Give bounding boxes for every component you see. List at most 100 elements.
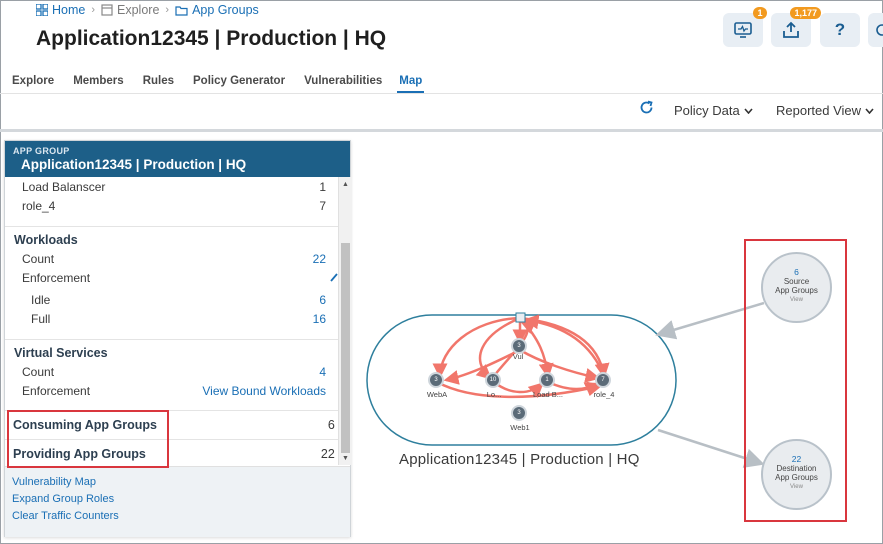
workloads-count-link[interactable]: 22 (313, 252, 338, 266)
vulnerability-map-link[interactable]: Vulnerability Map (12, 476, 343, 488)
section-divider (5, 226, 338, 227)
view-bound-workloads-link[interactable]: View Bound Workloads (202, 384, 338, 398)
idle-label: Idle (31, 293, 51, 307)
panel-links: Vulnerability Map Expand Group Roles Cle… (5, 466, 350, 537)
refresh-button[interactable] (639, 100, 654, 120)
breadcrumb-explore-label: Explore (117, 3, 160, 17)
role-row: Load Balanscer 1 (5, 180, 338, 194)
help-icon: ? (834, 20, 846, 39)
role-count: 1 (319, 180, 326, 194)
page-title: Application12345 | Production | HQ (36, 27, 387, 50)
breadcrumb-explore[interactable]: Explore (101, 3, 159, 17)
role-row: role_4 7 (5, 199, 338, 213)
role-node-count: 1 (539, 372, 555, 388)
expand-group-roles-link[interactable]: Expand Group Roles (12, 493, 343, 505)
cluster-node[interactable] (515, 312, 526, 323)
role-label: role_4 (22, 199, 56, 213)
vs-enforcement-label: Enforcement (22, 384, 91, 398)
breadcrumb: Home › Explore › App Groups (36, 3, 259, 17)
policy-data-label: Policy Data (674, 103, 740, 118)
window-icon (101, 4, 113, 16)
virtual-services-title: Virtual Services (14, 346, 108, 360)
tab-policy-generator[interactable]: Policy Generator (193, 75, 285, 93)
app-group-panel: APP GROUP Application12345 | Production … (4, 140, 351, 537)
policy-data-dropdown[interactable]: Policy Data (674, 103, 753, 118)
grid-icon (36, 4, 48, 16)
highlight-box-app-groups-rows (7, 410, 169, 468)
user-menu-button[interactable] (868, 13, 883, 47)
role-node-label: Web1 (510, 423, 530, 432)
vs-count-label: Count (22, 365, 55, 379)
workloads-count-row: Count 22 (5, 252, 338, 266)
role-node[interactable]: 3 WebA (427, 372, 447, 399)
folder-icon (175, 5, 188, 16)
tab-rules[interactable]: Rules (143, 75, 174, 93)
role-node-label: Lo... (486, 390, 502, 399)
chevron-right-icon: › (91, 4, 96, 16)
workloads-count-label: Count (22, 252, 55, 266)
chevron-right-icon: › (165, 4, 170, 16)
section-divider (5, 339, 338, 340)
workloads-enforcement-label: Enforcement (22, 271, 91, 285)
refresh-icon (640, 100, 653, 114)
role-node-count: 3 (511, 405, 527, 421)
role-node-label: WebA (426, 390, 448, 399)
breadcrumb-app-groups[interactable]: App Groups (175, 3, 259, 17)
upload-icon (783, 21, 799, 38)
role-node[interactable]: 1 Load B... (533, 372, 563, 399)
edit-pencil-icon[interactable] (330, 271, 338, 285)
role-node-count: 3 (428, 372, 444, 388)
upload-badge: 1,177 (790, 7, 821, 19)
clear-traffic-counters-link[interactable]: Clear Traffic Counters (12, 510, 343, 522)
role-label: Load Balanscer (22, 180, 106, 194)
panel-scrollbar[interactable]: ▲ ▼ (338, 177, 351, 465)
help-button[interactable]: ? (820, 13, 860, 47)
consuming-app-groups-count: 6 (327, 417, 335, 432)
role-node-count: 10 (485, 372, 501, 388)
workloads-enforcement-row: Enforcement (5, 271, 338, 285)
full-row: Full 16 (5, 312, 338, 326)
vs-enforcement-row: Enforcement View Bound Workloads (5, 384, 338, 398)
role-count: 7 (319, 199, 326, 213)
tab-explore[interactable]: Explore (12, 75, 54, 93)
chevron-down-icon (865, 107, 874, 114)
role-node-count: 7 (595, 372, 611, 388)
breadcrumb-app-groups-label: App Groups (192, 3, 259, 17)
upload-button[interactable]: 1,177 (771, 7, 821, 47)
group-caption: Application12345 | Production | HQ (399, 451, 640, 468)
tab-vulnerabilities[interactable]: Vulnerabilities (304, 75, 382, 93)
scroll-up-icon[interactable]: ▲ (342, 181, 349, 188)
reported-view-dropdown[interactable]: Reported View (776, 103, 874, 118)
panel-header-title: Application12345 | Production | HQ (21, 157, 247, 172)
tab-bar: Explore Members Rules Policy Generator V… (12, 75, 443, 93)
full-count-link[interactable]: 16 (313, 312, 338, 326)
full-label: Full (31, 312, 51, 326)
role-node[interactable]: 7 role_4 (594, 372, 614, 399)
role-node-label: role_4 (593, 390, 615, 399)
breadcrumb-home[interactable]: Home (36, 3, 85, 17)
role-node[interactable]: 3 Vul (511, 338, 529, 361)
monitor-icon (734, 22, 752, 38)
panel-header-label: APP GROUP (13, 146, 70, 156)
toolbar-divider (0, 129, 883, 132)
role-node[interactable]: 3 Web1 (510, 405, 530, 432)
role-node-label: Vul (512, 352, 524, 361)
highlight-box-app-groups (744, 239, 847, 522)
chevron-down-icon (744, 107, 753, 114)
idle-count-link[interactable]: 6 (319, 293, 338, 307)
scroll-down-icon[interactable]: ▼ (342, 455, 349, 462)
role-node-label: Load B... (532, 390, 564, 399)
scrollbar-thumb[interactable] (341, 243, 350, 453)
tabs-divider (0, 93, 883, 94)
idle-row: Idle 6 (5, 293, 338, 307)
tab-map[interactable]: Map (397, 75, 425, 93)
providing-app-groups-count: 22 (320, 446, 335, 461)
panel-header: APP GROUP Application12345 | Production … (5, 141, 350, 177)
reported-view-label: Reported View (776, 103, 862, 118)
notifications-button[interactable]: 1 (723, 7, 767, 47)
workloads-title: Workloads (14, 233, 78, 247)
breadcrumb-home-label: Home (52, 3, 86, 17)
role-node[interactable]: 10 Lo... (485, 372, 503, 399)
vs-count-link[interactable]: 4 (319, 365, 338, 379)
tab-members[interactable]: Members (73, 75, 124, 93)
